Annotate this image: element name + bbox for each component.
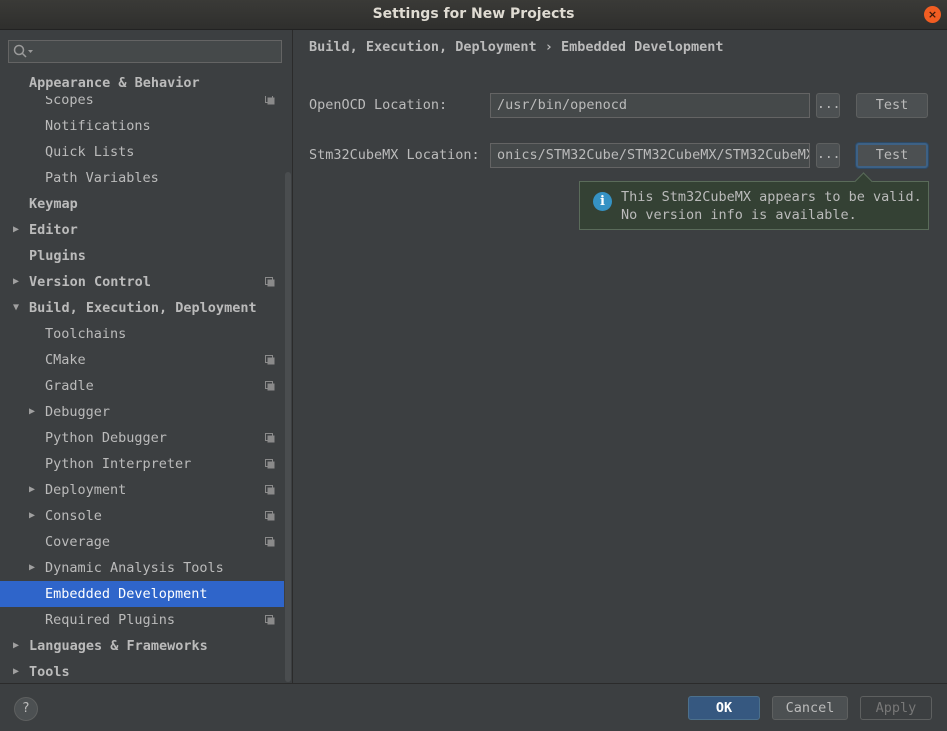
ok-button[interactable]: OK bbox=[688, 696, 760, 720]
sidebar-item-coverage[interactable]: Coverage bbox=[0, 529, 284, 555]
sidebar-item-label: Notifications bbox=[45, 118, 151, 134]
sidebar-item-label: Appearance & Behavior bbox=[29, 75, 200, 91]
sidebar-item-label: Plugins bbox=[29, 248, 86, 264]
info-icon: i bbox=[593, 192, 612, 211]
chevron-right-icon[interactable]: ▶ bbox=[29, 399, 35, 425]
sidebar-item-label: Keymap bbox=[29, 196, 78, 212]
chevron-right-icon[interactable]: ▶ bbox=[13, 659, 19, 683]
sidebar-item-editor[interactable]: ▶ Editor bbox=[0, 217, 284, 243]
breadcrumb: Build, Execution, Deployment › Embedded … bbox=[309, 39, 724, 55]
sidebar-item-label: Editor bbox=[29, 222, 78, 238]
sidebar-item-appearance-behavior[interactable]: Appearance & Behavior bbox=[0, 74, 284, 96]
sidebar-item-label: Python Interpreter bbox=[45, 456, 192, 472]
sidebar-item-version-control[interactable]: ▶ Version Control bbox=[0, 269, 284, 295]
cubemx-location-field[interactable]: onics/STM32Cube/STM32CubeMX/STM32CubeMX bbox=[490, 143, 810, 168]
apply-button[interactable]: Apply bbox=[860, 696, 932, 720]
sidebar-item-label: Gradle bbox=[45, 378, 94, 394]
sidebar-item-label: CMake bbox=[45, 352, 86, 368]
sidebar-item-label: Dynamic Analysis Tools bbox=[45, 560, 224, 576]
sidebar-item-label: Deployment bbox=[45, 482, 127, 498]
sidebar-item-label: Languages & Frameworks bbox=[29, 638, 208, 654]
settings-tree: Appearance & Behavior Scopes Notifications… bbox=[0, 74, 284, 683]
sidebar-item-label: Quick Lists bbox=[45, 144, 135, 160]
tooltip-line-2: No version info is available. bbox=[621, 207, 857, 223]
help-button[interactable]: ? bbox=[14, 697, 38, 721]
sidebar-item-notifications[interactable]: Notifications bbox=[0, 113, 284, 139]
project-scope-icon bbox=[265, 95, 275, 105]
project-scope-icon bbox=[265, 381, 275, 391]
sidebar-item-label: Python Debugger bbox=[45, 430, 167, 446]
project-scope-icon bbox=[265, 433, 275, 443]
sidebar-item-python-debugger[interactable]: Python Debugger bbox=[0, 425, 284, 451]
close-button[interactable]: × bbox=[924, 6, 941, 23]
chevron-right-icon[interactable]: ▶ bbox=[29, 503, 35, 529]
title-bar: Settings for New Projects × bbox=[0, 0, 947, 30]
openocd-test-button[interactable]: Test bbox=[856, 93, 928, 118]
project-scope-icon bbox=[265, 537, 275, 547]
sidebar-item-quick-lists[interactable]: Quick Lists bbox=[0, 139, 284, 165]
openocd-browse-button[interactable]: ... bbox=[816, 93, 840, 118]
project-scope-icon bbox=[265, 485, 275, 495]
close-icon: × bbox=[927, 8, 938, 21]
sidebar-item-dynamic-analysis-tools[interactable]: ▶ Dynamic Analysis Tools bbox=[0, 555, 284, 581]
settings-sidebar: Appearance & Behavior Scopes Notifications… bbox=[0, 30, 293, 683]
sidebar-item-label: Path Variables bbox=[45, 170, 159, 186]
project-scope-icon bbox=[265, 615, 275, 625]
sidebar-item-embedded-development[interactable]: Embedded Development bbox=[0, 581, 284, 607]
sidebar-item-label: Tools bbox=[29, 664, 70, 680]
sidebar-item-plugins[interactable]: Plugins bbox=[0, 243, 284, 269]
tooltip-pointer bbox=[854, 172, 873, 191]
sidebar-item-label: Debugger bbox=[45, 404, 111, 420]
sidebar-item-keymap[interactable]: Keymap bbox=[0, 191, 284, 217]
sidebar-item-path-variables[interactable]: Path Variables bbox=[0, 165, 284, 191]
chevron-down-icon[interactable]: ▼ bbox=[13, 295, 19, 321]
sidebar-item-required-plugins[interactable]: Required Plugins bbox=[0, 607, 284, 633]
search-input[interactable] bbox=[8, 40, 282, 63]
window-title: Settings for New Projects bbox=[372, 6, 575, 22]
settings-content: Build, Execution, Deployment › Embedded … bbox=[293, 30, 947, 683]
cubemx-location-label: Stm32CubeMX Location: bbox=[309, 147, 480, 163]
cancel-button[interactable]: Cancel bbox=[772, 696, 848, 720]
sidebar-item-label: Coverage bbox=[45, 534, 111, 550]
project-scope-icon bbox=[265, 511, 275, 521]
sidebar-item-build-execution-deployment[interactable]: ▼ Build, Execution, Deployment bbox=[0, 295, 284, 321]
sidebar-item-label: Version Control bbox=[29, 274, 151, 290]
sidebar-item-debugger[interactable]: ▶ Debugger bbox=[0, 399, 284, 425]
cubemx-browse-button[interactable]: ... bbox=[816, 143, 840, 168]
chevron-right-icon[interactable]: ▶ bbox=[29, 477, 35, 503]
sidebar-item-languages-frameworks[interactable]: ▶ Languages & Frameworks bbox=[0, 633, 284, 659]
openocd-location-field[interactable]: /usr/bin/openocd bbox=[490, 93, 810, 118]
project-scope-icon bbox=[265, 355, 275, 365]
sidebar-item-label: Console bbox=[45, 508, 102, 524]
sidebar-item-deployment[interactable]: ▶ Deployment bbox=[0, 477, 284, 503]
sidebar-item-cmake[interactable]: CMake bbox=[0, 347, 284, 373]
chevron-right-icon[interactable]: ▶ bbox=[13, 217, 19, 243]
sidebar-item-label: Toolchains bbox=[45, 326, 127, 342]
project-scope-icon bbox=[265, 277, 275, 287]
sidebar-item-gradle[interactable]: Gradle bbox=[0, 373, 284, 399]
sidebar-scrollbar[interactable] bbox=[285, 172, 291, 682]
sidebar-item-console[interactable]: ▶ Console bbox=[0, 503, 284, 529]
search-icon bbox=[13, 44, 33, 58]
sidebar-item-label: Build, Execution, Deployment bbox=[29, 300, 257, 316]
sidebar-item-python-interpreter[interactable]: Python Interpreter bbox=[0, 451, 284, 477]
sidebar-item-label: Required Plugins bbox=[45, 612, 176, 628]
sidebar-item-toolchains[interactable]: Toolchains bbox=[0, 321, 284, 347]
chevron-right-icon[interactable]: ▶ bbox=[29, 555, 35, 581]
openocd-location-label: OpenOCD Location: bbox=[309, 97, 448, 113]
chevron-right-icon[interactable]: ▶ bbox=[13, 269, 19, 295]
dialog-footer: ? OK Cancel Apply bbox=[0, 683, 947, 731]
tooltip-line-1: This Stm32CubeMX appears to be valid. bbox=[621, 189, 922, 205]
cubemx-test-button[interactable]: Test bbox=[856, 143, 928, 168]
project-scope-icon bbox=[265, 459, 275, 469]
chevron-right-icon[interactable]: ▶ bbox=[13, 633, 19, 659]
validation-tooltip: i This Stm32CubeMX appears to be valid. … bbox=[579, 172, 929, 230]
sidebar-item-label: Embedded Development bbox=[45, 586, 208, 602]
sidebar-item-tools[interactable]: ▶ Tools bbox=[0, 659, 284, 683]
